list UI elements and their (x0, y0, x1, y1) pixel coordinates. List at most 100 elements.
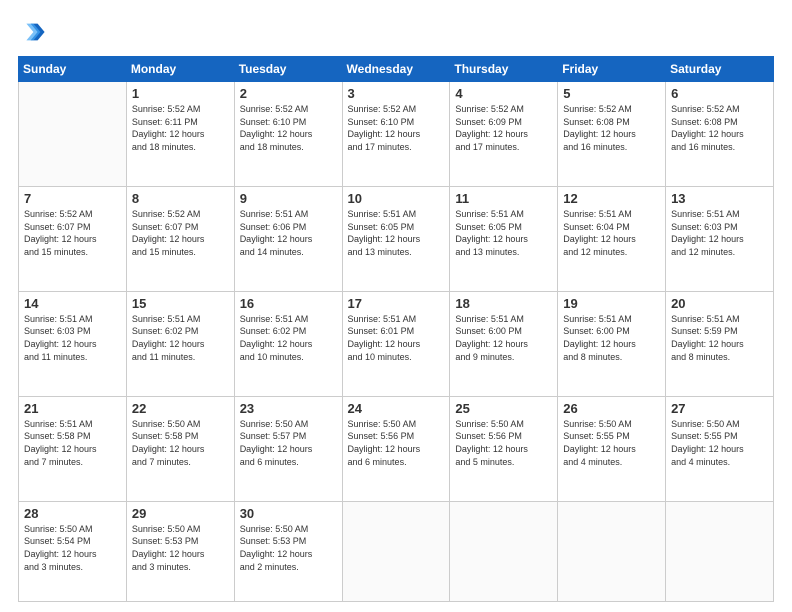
day-number: 15 (132, 296, 229, 311)
day-info: Sunrise: 5:52 AM Sunset: 6:09 PM Dayligh… (455, 103, 552, 153)
calendar-cell: 12 Sunrise: 5:51 AM Sunset: 6:04 PM Dayli… (558, 186, 666, 291)
day-number: 21 (24, 401, 121, 416)
logo (18, 18, 50, 46)
day-number: 12 (563, 191, 660, 206)
day-info: Sunrise: 5:50 AM Sunset: 5:55 PM Dayligh… (671, 418, 768, 468)
day-info: Sunrise: 5:51 AM Sunset: 5:59 PM Dayligh… (671, 313, 768, 363)
calendar-cell: 18 Sunrise: 5:51 AM Sunset: 6:00 PM Dayli… (450, 291, 558, 396)
day-info: Sunrise: 5:51 AM Sunset: 6:01 PM Dayligh… (348, 313, 445, 363)
calendar-cell: 4 Sunrise: 5:52 AM Sunset: 6:09 PM Daylig… (450, 82, 558, 187)
logo-icon (18, 18, 46, 46)
day-info: Sunrise: 5:51 AM Sunset: 6:03 PM Dayligh… (671, 208, 768, 258)
calendar-cell: 25 Sunrise: 5:50 AM Sunset: 5:56 PM Dayli… (450, 396, 558, 501)
day-info: Sunrise: 5:50 AM Sunset: 5:53 PM Dayligh… (240, 523, 337, 573)
day-number: 18 (455, 296, 552, 311)
calendar-cell: 14 Sunrise: 5:51 AM Sunset: 6:03 PM Dayli… (19, 291, 127, 396)
week-row-1: 1 Sunrise: 5:52 AM Sunset: 6:11 PM Daylig… (19, 82, 774, 187)
weekday-header-wednesday: Wednesday (342, 57, 450, 82)
day-info: Sunrise: 5:52 AM Sunset: 6:11 PM Dayligh… (132, 103, 229, 153)
calendar-cell (450, 501, 558, 601)
day-info: Sunrise: 5:50 AM Sunset: 5:58 PM Dayligh… (132, 418, 229, 468)
week-row-2: 7 Sunrise: 5:52 AM Sunset: 6:07 PM Daylig… (19, 186, 774, 291)
calendar-cell: 23 Sunrise: 5:50 AM Sunset: 5:57 PM Dayli… (234, 396, 342, 501)
day-number: 28 (24, 506, 121, 521)
weekday-header-thursday: Thursday (450, 57, 558, 82)
day-number: 27 (671, 401, 768, 416)
weekday-header-friday: Friday (558, 57, 666, 82)
calendar-cell (342, 501, 450, 601)
calendar-cell: 24 Sunrise: 5:50 AM Sunset: 5:56 PM Dayli… (342, 396, 450, 501)
day-info: Sunrise: 5:51 AM Sunset: 6:00 PM Dayligh… (455, 313, 552, 363)
day-number: 22 (132, 401, 229, 416)
calendar-cell: 16 Sunrise: 5:51 AM Sunset: 6:02 PM Dayli… (234, 291, 342, 396)
day-info: Sunrise: 5:50 AM Sunset: 5:57 PM Dayligh… (240, 418, 337, 468)
calendar-cell: 9Sunrise: 5:51 AM Sunset: 6:06 PM Daylig… (234, 186, 342, 291)
day-number: 1 (132, 86, 229, 101)
day-info: Sunrise: 5:51 AM Sunset: 6:03 PM Dayligh… (24, 313, 121, 363)
day-info: Sunrise: 5:51 AM Sunset: 6:05 PM Dayligh… (348, 208, 445, 258)
day-info: Sunrise: 5:50 AM Sunset: 5:56 PM Dayligh… (348, 418, 445, 468)
calendar-cell: 6 Sunrise: 5:52 AM Sunset: 6:08 PM Daylig… (666, 82, 774, 187)
day-info: Sunrise: 5:51 AM Sunset: 6:02 PM Dayligh… (132, 313, 229, 363)
day-number: 3 (348, 86, 445, 101)
day-info: Sunrise: 5:51 AM Sunset: 6:00 PM Dayligh… (563, 313, 660, 363)
day-info: Sunrise: 5:50 AM Sunset: 5:56 PM Dayligh… (455, 418, 552, 468)
weekday-header-saturday: Saturday (666, 57, 774, 82)
calendar-cell (666, 501, 774, 601)
day-info: Sunrise: 5:50 AM Sunset: 5:55 PM Dayligh… (563, 418, 660, 468)
day-number: 2 (240, 86, 337, 101)
day-number: 17 (348, 296, 445, 311)
page: SundayMondayTuesdayWednesdayThursdayFrid… (0, 0, 792, 612)
day-number: 14 (24, 296, 121, 311)
day-number: 23 (240, 401, 337, 416)
week-row-3: 14 Sunrise: 5:51 AM Sunset: 6:03 PM Dayli… (19, 291, 774, 396)
day-info: Sunrise: 5:51 AM Sunset: 6:04 PM Dayligh… (563, 208, 660, 258)
calendar-cell: 21 Sunrise: 5:51 AM Sunset: 5:58 PM Dayli… (19, 396, 127, 501)
day-number: 10 (348, 191, 445, 206)
calendar-cell: 10 Sunrise: 5:51 AM Sunset: 6:05 PM Dayli… (342, 186, 450, 291)
day-number: 8 (132, 191, 229, 206)
calendar-cell: 11Sunrise: 5:51 AM Sunset: 6:05 PM Dayli… (450, 186, 558, 291)
week-row-4: 21 Sunrise: 5:51 AM Sunset: 5:58 PM Dayli… (19, 396, 774, 501)
day-number: 20 (671, 296, 768, 311)
calendar-cell: 27 Sunrise: 5:50 AM Sunset: 5:55 PM Dayli… (666, 396, 774, 501)
day-number: 4 (455, 86, 552, 101)
day-info: Sunrise: 5:51 AM Sunset: 6:02 PM Dayligh… (240, 313, 337, 363)
calendar-cell: 5 Sunrise: 5:52 AM Sunset: 6:08 PM Daylig… (558, 82, 666, 187)
day-info: Sunrise: 5:51 AM Sunset: 5:58 PM Dayligh… (24, 418, 121, 468)
day-info: Sunrise: 5:52 AM Sunset: 6:10 PM Dayligh… (348, 103, 445, 153)
calendar-cell (558, 501, 666, 601)
day-info: Sunrise: 5:52 AM Sunset: 6:07 PM Dayligh… (24, 208, 121, 258)
calendar-cell: 26 Sunrise: 5:50 AM Sunset: 5:55 PM Dayli… (558, 396, 666, 501)
day-number: 25 (455, 401, 552, 416)
header (18, 18, 774, 46)
day-number: 7 (24, 191, 121, 206)
calendar-cell: 22 Sunrise: 5:50 AM Sunset: 5:58 PM Dayli… (126, 396, 234, 501)
weekday-header-sunday: Sunday (19, 57, 127, 82)
calendar-cell: 20 Sunrise: 5:51 AM Sunset: 5:59 PM Dayli… (666, 291, 774, 396)
calendar-cell: 13 Sunrise: 5:51 AM Sunset: 6:03 PM Dayli… (666, 186, 774, 291)
calendar-table: SundayMondayTuesdayWednesdayThursdayFrid… (18, 56, 774, 602)
day-number: 13 (671, 191, 768, 206)
calendar-cell: 29 Sunrise: 5:50 AM Sunset: 5:53 PM Dayli… (126, 501, 234, 601)
calendar-cell: 2Sunrise: 5:52 AM Sunset: 6:10 PM Daylig… (234, 82, 342, 187)
calendar-cell: 17 Sunrise: 5:51 AM Sunset: 6:01 PM Dayli… (342, 291, 450, 396)
calendar-cell: 30Sunrise: 5:50 AM Sunset: 5:53 PM Dayli… (234, 501, 342, 601)
calendar-cell: 15 Sunrise: 5:51 AM Sunset: 6:02 PM Dayli… (126, 291, 234, 396)
weekday-header-tuesday: Tuesday (234, 57, 342, 82)
day-number: 24 (348, 401, 445, 416)
day-info: Sunrise: 5:52 AM Sunset: 6:07 PM Dayligh… (132, 208, 229, 258)
calendar-cell: 3 Sunrise: 5:52 AM Sunset: 6:10 PM Daylig… (342, 82, 450, 187)
day-number: 5 (563, 86, 660, 101)
calendar-cell: 28Sunrise: 5:50 AM Sunset: 5:54 PM Dayli… (19, 501, 127, 601)
day-number: 6 (671, 86, 768, 101)
day-info: Sunrise: 5:52 AM Sunset: 6:08 PM Dayligh… (671, 103, 768, 153)
day-info: Sunrise: 5:50 AM Sunset: 5:53 PM Dayligh… (132, 523, 229, 573)
day-number: 11 (455, 191, 552, 206)
day-info: Sunrise: 5:52 AM Sunset: 6:08 PM Dayligh… (563, 103, 660, 153)
day-number: 29 (132, 506, 229, 521)
calendar-cell (19, 82, 127, 187)
calendar-cell: 7 Sunrise: 5:52 AM Sunset: 6:07 PM Daylig… (19, 186, 127, 291)
day-number: 26 (563, 401, 660, 416)
day-number: 16 (240, 296, 337, 311)
